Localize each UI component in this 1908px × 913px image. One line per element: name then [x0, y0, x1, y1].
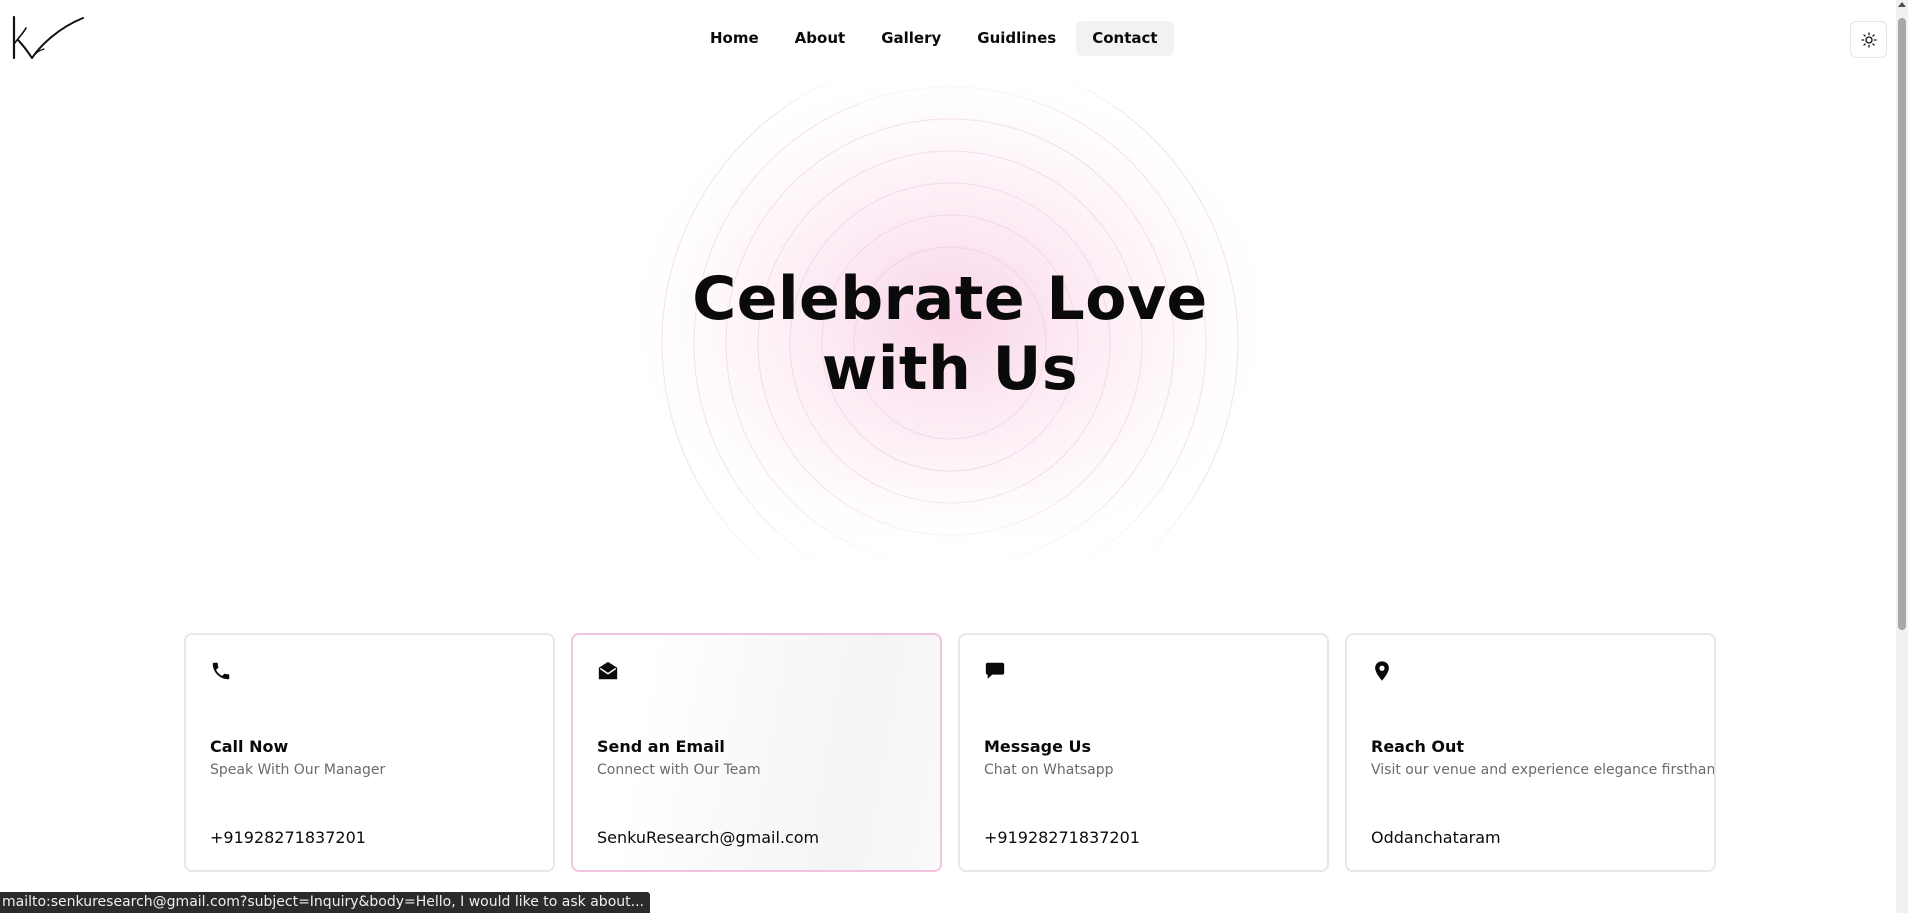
sun-icon	[1860, 31, 1877, 48]
card-value: Oddanchataram	[1371, 828, 1501, 847]
map-pin-icon	[1375, 661, 1389, 681]
card-subtitle: Visit our venue and experience elegance …	[1371, 762, 1716, 778]
page-scrollbar[interactable]	[1896, 0, 1908, 913]
chat-bubble-icon	[985, 662, 1005, 679]
nav-home[interactable]: Home	[694, 21, 775, 56]
card-title: Message Us	[984, 737, 1092, 756]
card-value: +91928271837201	[210, 828, 366, 847]
main-nav: Home About Gallery Guidlines Contact	[694, 21, 1174, 56]
card-value: +91928271837201	[984, 828, 1140, 847]
scroll-up-arrow-icon[interactable]	[1898, 2, 1906, 7]
hero-title: Celebrate Love with Us	[692, 264, 1208, 404]
card-title: Reach Out	[1371, 737, 1465, 756]
nav-about[interactable]: About	[779, 21, 862, 56]
phone-icon	[212, 662, 230, 680]
card-title: Call Now	[210, 737, 289, 756]
signature-logo-icon	[12, 15, 84, 60]
card-subtitle: Chat on Whatsapp	[984, 762, 1114, 778]
contact-cards: Call Now Speak With Our Manager +9192827…	[184, 633, 1716, 872]
card-value: SenkuResearch@gmail.com	[597, 828, 820, 847]
hero-section: Celebrate Love with Us	[620, 78, 1280, 578]
site-logo[interactable]	[10, 14, 84, 64]
card-title: Send an Email	[597, 737, 725, 756]
envelope-open-icon	[598, 661, 618, 680]
nav-guidelines[interactable]: Guidlines	[961, 21, 1072, 56]
card-call-now[interactable]: Call Now Speak With Our Manager +9192827…	[184, 633, 555, 872]
card-message-us[interactable]: Message Us Chat on Whatsapp +91928271837…	[958, 633, 1329, 872]
nav-contact[interactable]: Contact	[1076, 21, 1174, 56]
card-subtitle: Speak With Our Manager	[210, 762, 386, 778]
nav-gallery[interactable]: Gallery	[865, 21, 957, 56]
theme-toggle-button[interactable]	[1850, 21, 1887, 58]
card-send-email[interactable]: Send an Email Connect with Our Team Senk…	[571, 633, 942, 872]
link-status-bar: mailto:senkuresearch@gmail.com?subject=I…	[0, 892, 650, 913]
card-reach-out[interactable]: Reach Out Visit our venue and experience…	[1345, 633, 1716, 872]
card-subtitle: Connect with Our Team	[597, 762, 761, 778]
scroll-thumb[interactable]	[1898, 18, 1906, 630]
